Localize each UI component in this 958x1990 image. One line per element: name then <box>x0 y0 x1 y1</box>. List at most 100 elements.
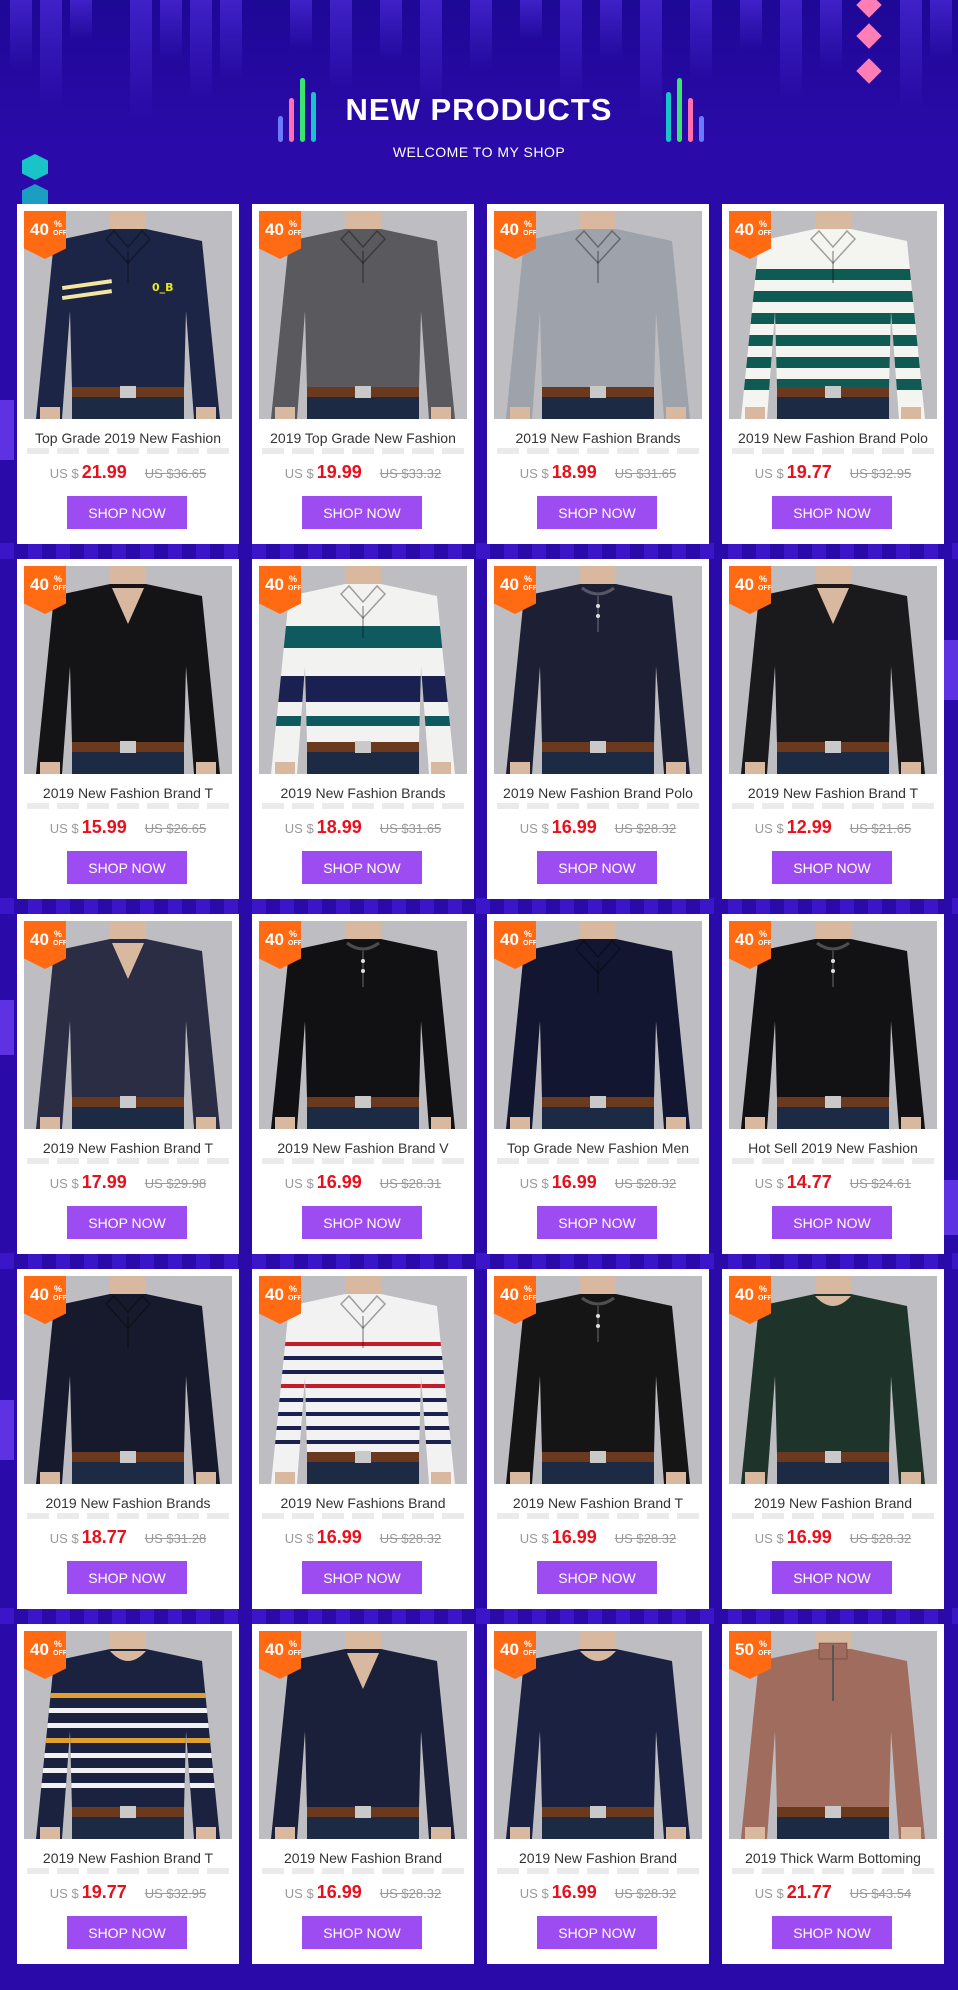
percent-symbol: % <box>289 929 298 939</box>
product-card[interactable]: 40% OFF 2019 New Fashion Brand US $16.99 US … <box>487 1624 709 1964</box>
product-card[interactable]: 40% OFF 2019 New Fashion Brand T US $17.99 U… <box>17 914 239 1254</box>
product-card[interactable]: 40% OFF 2019 New Fashion Brands US $18.99 US… <box>252 559 474 899</box>
percent-symbol: % <box>54 929 63 939</box>
currency-label: US $ <box>519 1531 549 1546</box>
shop-now-button[interactable]: SHOP NOW <box>772 1561 892 1594</box>
product-card[interactable]: 40% OFF 2019 New Fashion Brand T US $15.99 U… <box>17 559 239 899</box>
product-title[interactable]: 2019 New Fashion Brand V <box>262 1140 464 1160</box>
price-row: US $16.99 US $28.32 <box>487 1527 709 1548</box>
product-card[interactable]: 40% OFF 2019 New Fashion Brand Polo US $16.… <box>487 559 709 899</box>
product-title-overflow <box>497 1513 699 1519</box>
shop-now-button[interactable]: SHOP NOW <box>772 1916 892 1949</box>
shop-now-button[interactable]: SHOP NOW <box>772 1206 892 1239</box>
product-title[interactable]: 2019 New Fashion Brand Polo <box>732 430 934 450</box>
product-title[interactable]: Top Grade 2019 New Fashion <box>27 430 229 450</box>
shop-now-button[interactable]: SHOP NOW <box>67 496 187 529</box>
background-bar <box>470 0 492 70</box>
shop-now-button[interactable]: SHOP NOW <box>67 851 187 884</box>
product-title[interactable]: 2019 New Fashions Brand <box>262 1495 464 1515</box>
shop-now-button[interactable]: SHOP NOW <box>772 496 892 529</box>
shop-now-button[interactable]: SHOP NOW <box>302 1916 422 1949</box>
product-title[interactable]: 2019 New Fashion Brand T <box>497 1495 699 1515</box>
price-row: US $14.77 US $24.61 <box>722 1172 944 1193</box>
background-bar <box>520 0 542 40</box>
product-title[interactable]: 2019 New Fashion Brand Polo <box>497 785 699 805</box>
shop-now-button[interactable]: SHOP NOW <box>302 496 422 529</box>
product-card[interactable]: 40% OFF 2019 New Fashion Brand US $16.99 US … <box>722 1269 944 1609</box>
product-card[interactable]: 40% OFF 2019 New Fashion Brand Polo US $19.… <box>722 204 944 544</box>
product-title-overflow <box>27 1868 229 1874</box>
price-row: US $16.99 US $28.32 <box>487 817 709 838</box>
product-card[interactable]: 40% OFF 2019 New Fashion Brand T US $12.99 U… <box>722 559 944 899</box>
product-card[interactable]: 50% OFF 2019 Thick Warm Bottoming US $21.77… <box>722 1624 944 1964</box>
product-title[interactable]: 2019 New Fashion Brand T <box>27 785 229 805</box>
product-card[interactable]: 40% OFF 2019 New Fashion Brand US $16.99 US … <box>252 1624 474 1964</box>
shop-now-button[interactable]: SHOP NOW <box>302 1561 422 1594</box>
shop-now-button[interactable]: SHOP NOW <box>537 851 657 884</box>
shop-now-button[interactable]: SHOP NOW <box>537 1561 657 1594</box>
background-bar <box>740 0 762 50</box>
product-card[interactable]: 40% OFF Top Grade New Fashion Men US $16.99… <box>487 914 709 1254</box>
percent-symbol: % <box>289 1639 298 1649</box>
off-label: OFF <box>288 1295 302 1302</box>
shop-now-button[interactable]: SHOP NOW <box>537 1206 657 1239</box>
page-subtitle: WELCOME TO MY SHOP <box>392 144 566 160</box>
current-price: 14.77 <box>786 1172 832 1192</box>
shop-now-button[interactable]: SHOP NOW <box>772 851 892 884</box>
product-card[interactable]: 0_B 40% OFF Top Grade 2019 New Fashion US $2… <box>17 204 239 544</box>
product-card[interactable]: 40% OFF 2019 New Fashion Brand T US $19.77 U… <box>17 1624 239 1964</box>
shop-now-button[interactable]: SHOP NOW <box>302 851 422 884</box>
original-price: US $26.65 <box>144 821 207 836</box>
product-title[interactable]: Hot Sell 2019 New Fashion <box>732 1140 934 1160</box>
product-card[interactable]: 40% OFF 2019 Top Grade New Fashion US $19.9… <box>252 204 474 544</box>
percent-symbol: % <box>289 1284 298 1294</box>
product-title[interactable]: 2019 New Fashion Brand <box>262 1850 464 1870</box>
shop-now-button[interactable]: SHOP NOW <box>302 1206 422 1239</box>
product-title[interactable]: 2019 Thick Warm Bottoming <box>732 1850 934 1870</box>
shop-now-button[interactable]: SHOP NOW <box>537 1916 657 1949</box>
product-card[interactable]: 40% OFF 2019 New Fashion Brand T US $16.99 U… <box>487 1269 709 1609</box>
off-label: OFF <box>523 940 537 947</box>
off-label: OFF <box>288 940 302 947</box>
product-title[interactable]: 2019 New Fashion Brand T <box>27 1140 229 1160</box>
currency-label: US $ <box>49 821 79 836</box>
product-title[interactable]: Top Grade New Fashion Men <box>497 1140 699 1160</box>
current-price: 12.99 <box>786 817 832 837</box>
product-title[interactable]: 2019 New Fashion Brands <box>262 785 464 805</box>
discount-value: 40 <box>30 1285 49 1304</box>
background-bar <box>930 0 952 60</box>
product-title[interactable]: 2019 Top Grade New Fashion <box>262 430 464 450</box>
product-title[interactable]: 2019 New Fashion Brands <box>497 430 699 450</box>
off-label: OFF <box>758 230 772 237</box>
product-card[interactable]: 40% OFF 2019 New Fashions Brand US $16.99 US… <box>252 1269 474 1609</box>
shop-now-button[interactable]: SHOP NOW <box>67 1206 187 1239</box>
currency-label: US $ <box>519 1176 549 1191</box>
currency-label: US $ <box>754 1531 784 1546</box>
product-title[interactable]: 2019 New Fashion Brand T <box>732 785 934 805</box>
background-bar <box>10 0 32 70</box>
product-card[interactable]: 40% OFF Hot Sell 2019 New Fashion US $14.77… <box>722 914 944 1254</box>
product-title[interactable]: 2019 New Fashion Brand <box>732 1495 934 1515</box>
currency-label: US $ <box>49 466 79 481</box>
product-card[interactable]: 40% OFF 2019 New Fashion Brands US $18.77 US… <box>17 1269 239 1609</box>
current-price: 16.99 <box>316 1882 362 1902</box>
product-card[interactable]: 40% OFF 2019 New Fashion Brands US $18.99 US… <box>487 204 709 544</box>
original-price: US $28.31 <box>379 1176 442 1191</box>
price-row: US $16.99 US $28.32 <box>487 1172 709 1193</box>
shop-now-button[interactable]: SHOP NOW <box>67 1561 187 1594</box>
original-price: US $28.32 <box>614 1886 677 1901</box>
off-label: OFF <box>288 1650 302 1657</box>
product-title[interactable]: 2019 New Fashion Brands <box>27 1495 229 1515</box>
shop-now-button[interactable]: SHOP NOW <box>537 496 657 529</box>
currency-label: US $ <box>754 1176 784 1191</box>
product-title-overflow <box>27 803 229 809</box>
current-price: 16.99 <box>551 1882 597 1902</box>
currency-label: US $ <box>754 1886 784 1901</box>
currency-label: US $ <box>519 466 549 481</box>
background-bar <box>690 0 712 80</box>
product-title[interactable]: 2019 New Fashion Brand T <box>27 1850 229 1870</box>
discount-value: 40 <box>500 930 519 949</box>
shop-now-button[interactable]: SHOP NOW <box>67 1916 187 1949</box>
product-title[interactable]: 2019 New Fashion Brand <box>497 1850 699 1870</box>
product-card[interactable]: 40% OFF 2019 New Fashion Brand V US $16.99 U… <box>252 914 474 1254</box>
